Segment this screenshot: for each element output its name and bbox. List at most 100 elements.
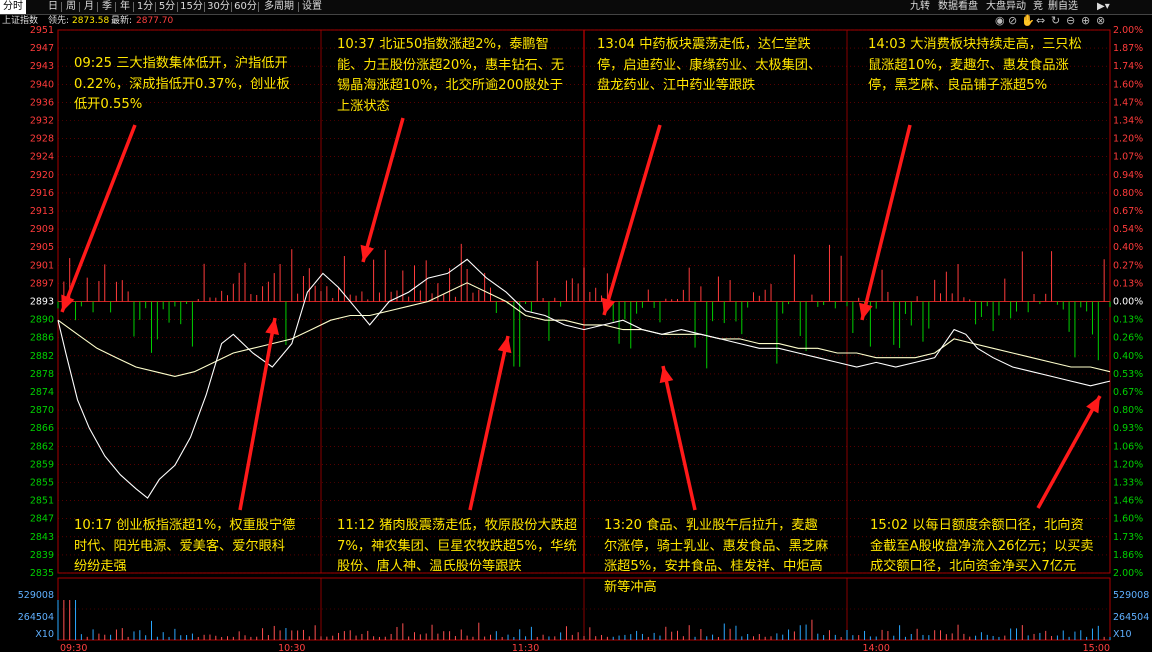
close-icon[interactable]: ⊗ bbox=[1096, 14, 1105, 27]
tab-30min[interactable]: 30分 bbox=[206, 0, 231, 14]
volume-tick-right: X10 bbox=[1113, 629, 1132, 640]
annotation-arrow-shaft bbox=[468, 335, 510, 511]
add-icon[interactable]: ⊕ bbox=[1081, 14, 1090, 27]
time-tick-label: 11:30 bbox=[512, 643, 539, 652]
tab-quarter[interactable]: 季 bbox=[99, 0, 115, 14]
price-tick-label: 2859 bbox=[30, 459, 54, 470]
price-tick-label: 2928 bbox=[30, 134, 54, 145]
latest-label: 最新: bbox=[111, 16, 133, 26]
time-axis-labels: 09:30 10:30 11:30 14:00 15:00 bbox=[60, 643, 1110, 652]
index-name: 上证指数 bbox=[2, 16, 39, 26]
percent-tick-label: 0.26% bbox=[1113, 333, 1143, 344]
auction-button[interactable]: 竞 bbox=[1033, 0, 1043, 14]
zoom-out-icon[interactable]: ⊖ bbox=[1066, 14, 1075, 27]
percent-tick-label: 1.06% bbox=[1113, 441, 1143, 452]
percent-tick-label: 2.00% bbox=[1113, 568, 1143, 579]
tab-month[interactable]: 月 bbox=[81, 0, 97, 14]
nine-turn-button[interactable]: 九转 bbox=[910, 0, 930, 14]
price-tick-label: 2940 bbox=[30, 79, 54, 90]
tab-intraday[interactable]: 分时 bbox=[0, 0, 26, 14]
price-tick-label: 2905 bbox=[30, 242, 54, 253]
tab-1min[interactable]: 1分 bbox=[135, 0, 155, 14]
percent-tick-label: 0.54% bbox=[1113, 224, 1143, 235]
annotation-arrow-head bbox=[61, 294, 75, 312]
price-tick-label: 2874 bbox=[30, 387, 54, 398]
remove-watchlist-button[interactable]: 删自选 bbox=[1048, 0, 1078, 14]
percent-tick-label: 1.46% bbox=[1113, 496, 1143, 507]
percent-tick-label: 0.27% bbox=[1113, 260, 1143, 271]
annotation-arrow-shaft bbox=[1036, 395, 1102, 509]
percent-tick-label: 1.60% bbox=[1113, 514, 1143, 525]
index-info-bar: 上证指数 领先: 2873.58 最新: 2877.70 bbox=[0, 15, 1152, 27]
price-tick-label: 2893 bbox=[30, 297, 54, 308]
percent-tick-label: 1.87% bbox=[1113, 43, 1143, 54]
annotation-arrow-shaft bbox=[602, 124, 662, 316]
price-tick-label: 2862 bbox=[30, 441, 54, 452]
volume-tick-left: 264504 bbox=[18, 612, 54, 623]
time-tick-label: 14:00 bbox=[863, 643, 890, 652]
price-tick-label: 2847 bbox=[30, 514, 54, 525]
price-tick-label: 2878 bbox=[30, 369, 54, 380]
price-tick-label: 2947 bbox=[30, 43, 54, 54]
lead-value: 2873.58 bbox=[72, 16, 110, 26]
latest-value: 2877.70 bbox=[136, 16, 174, 26]
volume-tick-left: 529008 bbox=[18, 590, 54, 601]
percent-tick-label: 0.13% bbox=[1113, 315, 1143, 326]
price-tick-label: 2936 bbox=[30, 97, 54, 108]
tab-5min[interactable]: 5分 bbox=[157, 0, 177, 14]
tab-multi-period[interactable]: 多周期 bbox=[260, 0, 298, 14]
price-tick-label: 2943 bbox=[30, 61, 54, 72]
price-tick-label: 2932 bbox=[30, 116, 54, 127]
percent-tick-label: 1.73% bbox=[1113, 532, 1143, 543]
time-tick-label: 15:00 bbox=[1083, 643, 1110, 652]
annotation-arrow-head bbox=[659, 366, 674, 384]
arrows-icon[interactable]: ⇔ bbox=[1036, 14, 1045, 27]
price-tick-label: 2855 bbox=[30, 478, 54, 489]
volume-axis-labels: 529008 529008 264504 264504 X10 X10 bbox=[18, 590, 1150, 640]
annotation-arrow-head bbox=[265, 318, 280, 335]
price-tick-label: 2913 bbox=[30, 206, 54, 217]
price-tick-label: 2916 bbox=[30, 188, 54, 199]
price-tick-label: 2890 bbox=[30, 315, 54, 326]
price-axis-labels: 2951294729432940293629322928292429202916… bbox=[30, 25, 54, 579]
eye-icon[interactable]: ◉ bbox=[995, 14, 1005, 27]
tab-15min[interactable]: 15分 bbox=[179, 0, 204, 14]
eye-off-icon[interactable]: ⊘ bbox=[1008, 14, 1017, 27]
annotation-1403: 14:03 大消费板块持续走高，三只松鼠涨超10%，麦趣尔、惠发食品涨停，黑芝麻… bbox=[868, 37, 1082, 93]
volume-tick-right: 264504 bbox=[1113, 612, 1149, 623]
annotation-1112: 11:12 猪肉股震荡走低，牧原股份大跌超7%，神农集团、巨星农牧跌超5%，华统… bbox=[337, 518, 578, 574]
percent-tick-label: 0.93% bbox=[1113, 423, 1143, 434]
price-tick-label: 2909 bbox=[30, 224, 54, 235]
percent-tick-label: 0.40% bbox=[1113, 351, 1143, 362]
annotation-arrow-shaft bbox=[661, 365, 697, 511]
percent-tick-label: 0.94% bbox=[1113, 170, 1143, 181]
refresh-icon[interactable]: ↻ bbox=[1051, 14, 1060, 27]
tab-year[interactable]: 年 bbox=[117, 0, 133, 14]
tab-60min[interactable]: 60分 bbox=[233, 0, 258, 14]
tab-week[interactable]: 周 bbox=[63, 0, 79, 14]
percent-tick-label: 0.13% bbox=[1113, 278, 1143, 289]
volume-tick-left: X10 bbox=[35, 629, 54, 640]
annotation-arrows bbox=[60, 117, 1102, 511]
market-alert-button[interactable]: 大盘异动 bbox=[986, 0, 1026, 14]
play-icon[interactable]: ▶▾ bbox=[1097, 0, 1110, 14]
tab-day[interactable]: 日 bbox=[45, 0, 61, 14]
lead-label: 领先: bbox=[48, 16, 70, 26]
annotation-1037: 10:37 北证50指数涨超2%，泰鹏智能、力王股份涨超20%，惠丰钻石、无锡晶… bbox=[337, 37, 565, 114]
price-tick-label: 2886 bbox=[30, 333, 54, 344]
price-tick-label: 2851 bbox=[30, 496, 54, 507]
percent-tick-label: 0.00% bbox=[1113, 297, 1143, 308]
hand-icon[interactable]: ✋ bbox=[1021, 14, 1035, 27]
percent-tick-label: 0.67% bbox=[1113, 206, 1143, 217]
percent-tick-label: 1.47% bbox=[1113, 97, 1143, 108]
percent-tick-label: 1.20% bbox=[1113, 134, 1143, 145]
percent-tick-label: 0.80% bbox=[1113, 405, 1143, 416]
data-board-button[interactable]: 数据看盘 bbox=[938, 0, 978, 14]
tab-settings[interactable]: 设置 bbox=[300, 0, 324, 14]
annotation-1017: 10:17 创业板指涨超1%，权重股宁德时代、阳光电源、爱美客、爱尔眼科纷纷走强 bbox=[74, 518, 296, 574]
price-tick-label: 2924 bbox=[30, 152, 54, 163]
price-tick-label: 2835 bbox=[30, 568, 54, 579]
volume-tick-right: 529008 bbox=[1113, 590, 1149, 601]
percent-tick-label: 0.40% bbox=[1113, 242, 1143, 253]
time-tick-label: 10:30 bbox=[278, 643, 305, 652]
